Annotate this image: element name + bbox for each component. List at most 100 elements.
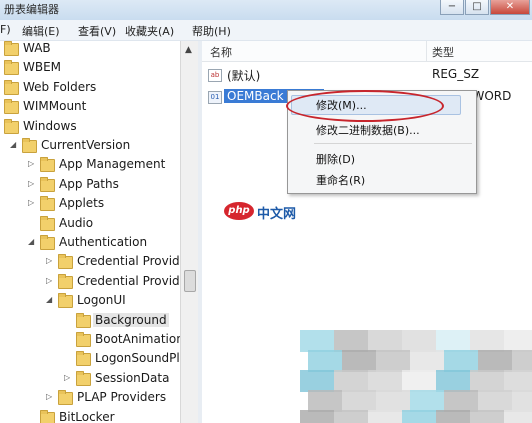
folder-icon [40, 157, 55, 173]
blur-block [504, 410, 532, 423]
context-menu: 修改(M)... 修改二进制数据(B)... 删除(D) 重命名(R) [287, 90, 477, 194]
blur-block [410, 350, 444, 372]
folder-icon [4, 99, 19, 115]
folder-icon [76, 351, 91, 367]
collapsed-arrow-icon[interactable]: ▷ [46, 392, 52, 401]
folder-icon [4, 79, 19, 95]
collapsed-arrow-icon[interactable]: ▷ [46, 256, 52, 265]
column-name-header[interactable]: 名称 [210, 44, 232, 60]
blur-block [376, 390, 410, 412]
menu-help[interactable]: 帮助(H) [192, 23, 231, 39]
php-logo-icon: php [224, 202, 254, 220]
expanded-arrow-icon[interactable]: ◢ [10, 140, 16, 149]
tree-node-label: Web Folders [23, 79, 97, 94]
blur-block [300, 410, 334, 423]
title-bar: 册表编辑器 − □ ✕ [0, 0, 532, 20]
blur-block [478, 390, 512, 412]
blur-block [436, 370, 470, 392]
menu-separator [314, 143, 472, 144]
menu-edit[interactable]: 编辑(E) [22, 23, 60, 39]
blur-block [308, 350, 342, 372]
collapsed-arrow-icon[interactable]: ▷ [28, 179, 34, 188]
folder-icon [76, 370, 91, 386]
tree-node-label: Windows [23, 118, 77, 133]
tree-node-label: BitLocker [59, 409, 115, 423]
blur-block [470, 370, 504, 392]
folder-icon [76, 312, 91, 328]
tree-node-label: LogonSoundPla [95, 351, 180, 366]
registry-key-tree[interactable]: WAB WBEM Web Folders WIMMount Windows ◢ Curren… [0, 41, 180, 423]
blurred-region [300, 330, 532, 423]
folder-icon [40, 176, 55, 192]
expanded-arrow-icon[interactable]: ◢ [46, 295, 52, 304]
tree-node-label: Credential Provide [77, 254, 180, 269]
collapsed-arrow-icon[interactable]: ▷ [28, 159, 34, 168]
blur-block [470, 410, 504, 423]
menu-file[interactable]: F) [0, 23, 11, 36]
menu-item-modify[interactable]: 修改(M)... [291, 95, 461, 115]
close-button[interactable]: ✕ [490, 0, 530, 15]
blur-block [402, 370, 436, 392]
folder-icon [58, 390, 73, 406]
minimize-button[interactable]: − [440, 0, 464, 15]
tree-node-label: Audio [59, 215, 94, 230]
scroll-up-arrow-icon[interactable]: ▲ [185, 45, 192, 55]
folder-icon [58, 293, 73, 309]
menu-item-delete[interactable]: 删除(D) [316, 151, 355, 167]
collapsed-arrow-icon[interactable]: ▷ [28, 198, 34, 207]
tree-node-label: LogonUI [77, 293, 126, 308]
list-item[interactable]: ab (默认) REG_SZ [202, 65, 532, 85]
blur-block [512, 350, 532, 372]
watermark-text: 中文网 [257, 207, 297, 222]
blur-block [334, 410, 368, 423]
folder-icon [40, 215, 55, 231]
tree-node-label: Background [93, 312, 169, 327]
blur-block [368, 330, 402, 352]
maximize-button[interactable]: □ [465, 0, 489, 15]
blur-block [376, 350, 410, 372]
folder-icon [4, 41, 19, 56]
folder-icon [22, 138, 37, 153]
folder-icon [40, 196, 55, 212]
tree-scrollbar[interactable]: ▲ [180, 41, 198, 423]
blur-block [436, 330, 470, 352]
tree-node-label: App Paths [59, 176, 119, 191]
menu-favorites[interactable]: 收藏夹(A) [125, 23, 174, 39]
tree-node-label: Credential Provide [77, 273, 180, 288]
blur-block [504, 370, 532, 392]
expanded-arrow-icon[interactable]: ◢ [28, 237, 34, 246]
value-name: (默认) [227, 69, 261, 83]
tree-node-label: App Management [59, 157, 166, 172]
string-value-icon: ab [208, 69, 222, 82]
value-type: REG_SZ [432, 67, 480, 81]
blur-block [478, 350, 512, 372]
list-header: 名称 类型 [202, 41, 532, 62]
blur-block [402, 330, 436, 352]
tree-node-label: Applets [59, 196, 105, 211]
scroll-thumb[interactable] [184, 270, 196, 292]
blur-block [334, 330, 368, 352]
tree-node-label: BootAnimation [95, 332, 180, 346]
column-divider[interactable] [426, 41, 427, 61]
blur-block [402, 410, 436, 423]
collapsed-arrow-icon[interactable]: ▷ [64, 373, 70, 382]
menu-view[interactable]: 查看(V) [78, 23, 116, 39]
blur-block [444, 390, 478, 412]
tree-node-label: Authentication [59, 235, 148, 249]
menu-item-modify-binary[interactable]: 修改二进制数据(B)... [316, 122, 420, 138]
folder-icon [4, 118, 19, 134]
blur-block [504, 330, 532, 352]
tree-node-label: PLAP Providers [77, 390, 167, 405]
blur-block [444, 350, 478, 372]
tree-node-label: WIMMount [23, 99, 87, 114]
tree-node-label: CurrentVersion [41, 138, 131, 152]
tree-node-label: WBEM [23, 60, 62, 75]
folder-icon [4, 60, 19, 76]
folder-icon [58, 273, 73, 289]
blur-block [368, 370, 402, 392]
blur-block [436, 410, 470, 423]
collapsed-arrow-icon[interactable]: ▷ [46, 276, 52, 285]
column-type-header[interactable]: 类型 [432, 44, 454, 60]
menu-item-rename[interactable]: 重命名(R) [316, 172, 365, 188]
blur-block [300, 330, 334, 352]
